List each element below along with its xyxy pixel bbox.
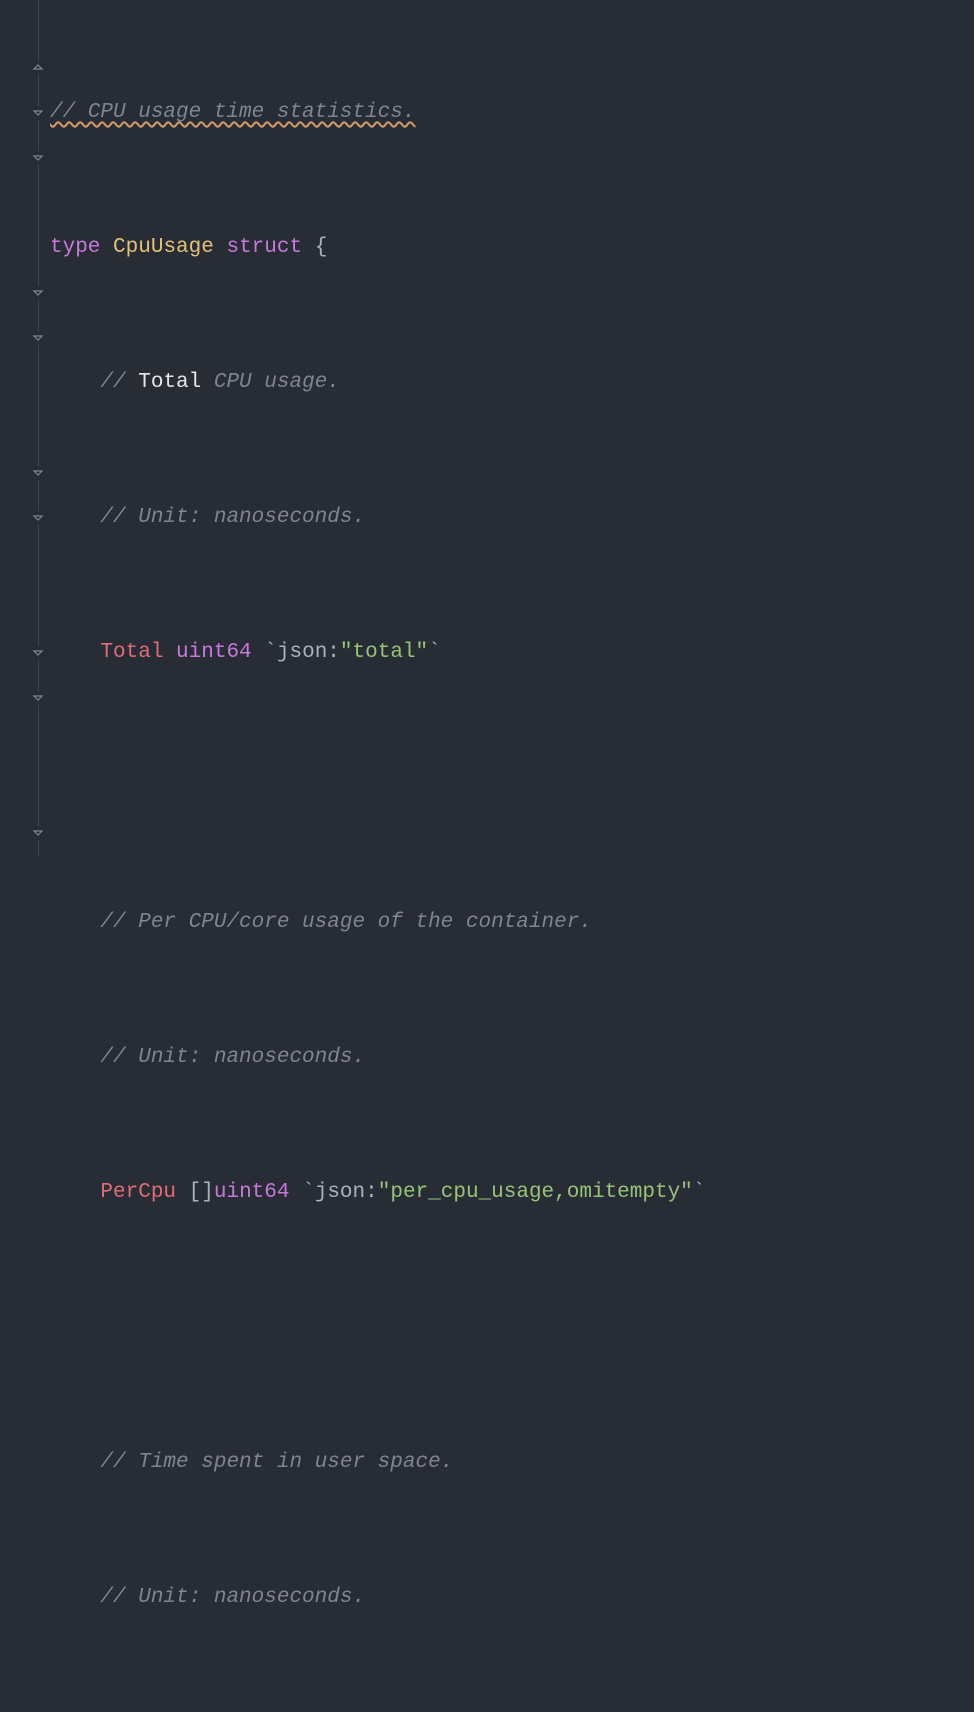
tag-backtick: ` xyxy=(403,1710,416,1712)
fold-icon[interactable] xyxy=(31,151,45,165)
tag-key: json: xyxy=(277,630,340,675)
code-line[interactable]: // Unit: nanoseconds. xyxy=(50,1035,974,1080)
keyword-struct: struct xyxy=(226,225,302,270)
code-line[interactable]: User uint64 `json:"user"` xyxy=(50,1710,974,1712)
code-line[interactable]: type CpuUsage struct { xyxy=(50,225,974,270)
field-name: User xyxy=(100,1710,150,1712)
field-type: uint64 xyxy=(214,1170,290,1215)
code-line[interactable]: // CPU usage time statistics. xyxy=(50,90,974,135)
fold-guide-line xyxy=(38,0,39,856)
comment-prefix: // xyxy=(100,360,138,405)
field-name: Total xyxy=(100,630,163,675)
code-line[interactable]: PerCpu []uint64 `json:"per_cpu_usage,omi… xyxy=(50,1170,974,1215)
comment-text: // Unit: nanoseconds. xyxy=(100,1575,365,1620)
field-type: uint64 xyxy=(163,1710,239,1712)
code-line[interactable]: // Total CPU usage. xyxy=(50,360,974,405)
field-name: PerCpu xyxy=(100,1170,176,1215)
comment-text: // CPU usage time statistics. xyxy=(50,90,415,135)
tag-value: "total" xyxy=(340,630,428,675)
fold-icon[interactable] xyxy=(31,466,45,480)
comment-text: CPU usage. xyxy=(201,360,340,405)
code-line-blank[interactable] xyxy=(50,1305,974,1350)
tag-value: "user" xyxy=(327,1710,403,1712)
fold-icon[interactable] xyxy=(31,826,45,840)
type-name: CpuUsage xyxy=(113,225,214,270)
code-line[interactable]: // Time spent in user space. xyxy=(50,1440,974,1485)
comment-text: // Time spent in user space. xyxy=(100,1440,453,1485)
tag-backtick: ` xyxy=(428,630,441,675)
code-line[interactable]: // Per CPU/core usage of the container. xyxy=(50,900,974,945)
code-line[interactable]: // Unit: nanoseconds. xyxy=(50,1575,974,1620)
fold-icon[interactable] xyxy=(31,511,45,525)
slice-syntax: [] xyxy=(189,1170,214,1215)
tag-key: json: xyxy=(264,1710,327,1712)
tag-key: json: xyxy=(315,1170,378,1215)
fold-icon[interactable] xyxy=(31,106,45,120)
gutter xyxy=(0,0,48,856)
keyword-type: type xyxy=(50,225,100,270)
fold-icon[interactable] xyxy=(31,331,45,345)
code-line[interactable]: Total uint64 `json:"total"` xyxy=(50,630,974,675)
tag-backtick: ` xyxy=(302,1170,315,1215)
fold-icon[interactable] xyxy=(31,691,45,705)
code-line[interactable]: // Unit: nanoseconds. xyxy=(50,495,974,540)
comment-text: // Unit: nanoseconds. xyxy=(100,1035,365,1080)
brace-open: { xyxy=(315,225,328,270)
comment-highlight: Total xyxy=(138,360,201,405)
tag-backtick: ` xyxy=(252,1710,265,1712)
code-line-blank[interactable] xyxy=(50,765,974,810)
fold-icon[interactable] xyxy=(31,61,45,75)
tag-backtick: ` xyxy=(693,1170,706,1215)
code-area[interactable]: // CPU usage time statistics. type CpuUs… xyxy=(48,0,974,856)
tag-value: "per_cpu_usage,omitempty" xyxy=(378,1170,693,1215)
fold-icon[interactable] xyxy=(31,286,45,300)
fold-icon[interactable] xyxy=(31,646,45,660)
code-editor: // CPU usage time statistics. type CpuUs… xyxy=(0,0,974,856)
field-type: uint64 xyxy=(176,630,252,675)
tag-backtick: ` xyxy=(264,630,277,675)
comment-text: // Per CPU/core usage of the container. xyxy=(100,900,591,945)
comment-text: // Unit: nanoseconds. xyxy=(100,495,365,540)
